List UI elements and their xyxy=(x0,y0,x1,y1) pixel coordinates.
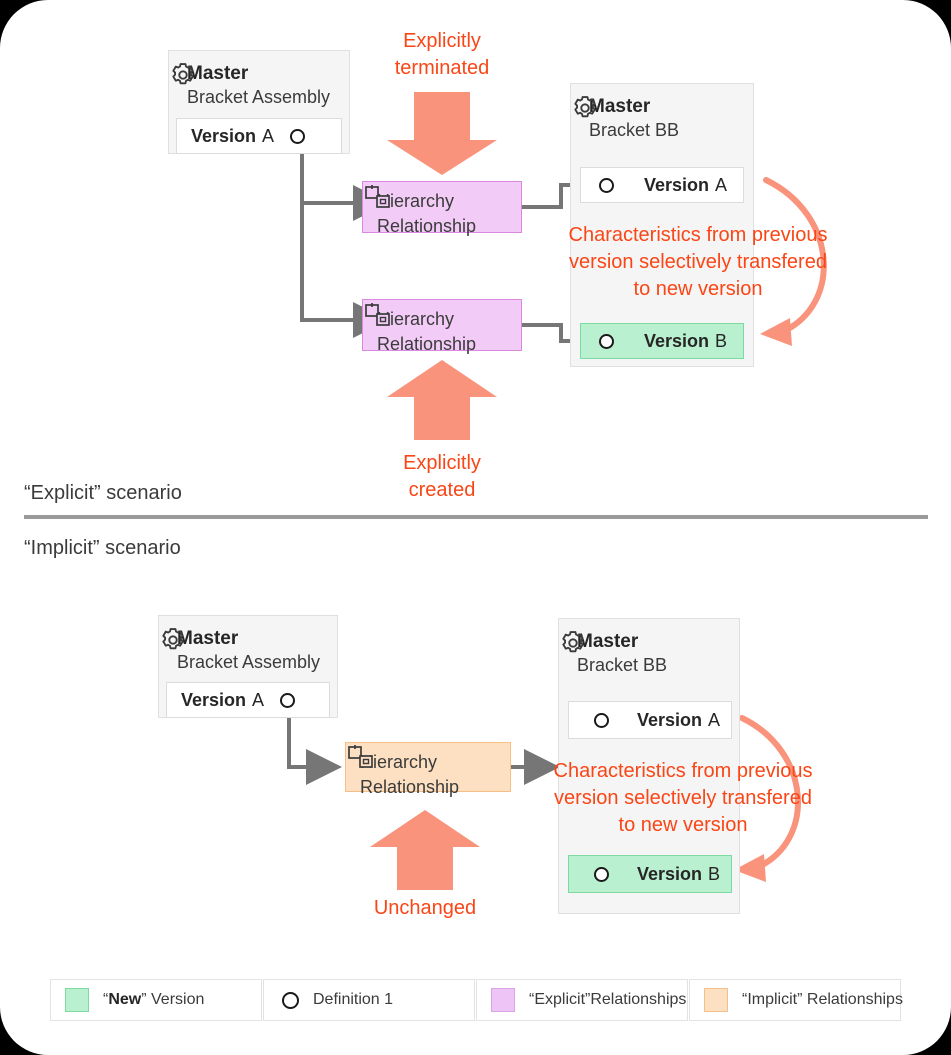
unchanged-arrow xyxy=(370,810,480,890)
relationship-icon xyxy=(365,185,390,208)
definition-dot xyxy=(280,692,296,708)
explicit-right-version-b-label: Version B xyxy=(644,330,728,351)
legend-item-definition[interactable]: Definition 1 xyxy=(263,979,475,1021)
legend-new-version-label: “New” Version xyxy=(103,991,205,1008)
definition-dot xyxy=(290,128,306,144)
definition-dot xyxy=(594,866,609,882)
explicitly-terminated-line1: Explicitly xyxy=(403,30,481,52)
explicitly-terminated-label: Explicitly terminated xyxy=(342,28,542,82)
explicit-rel-2-line2: Relationship xyxy=(377,334,477,354)
implicit-characteristics-note-text: Characteristics from previous version se… xyxy=(553,760,813,836)
unchanged-label-text: Unchanged xyxy=(373,897,477,919)
explicit-right-version-b-row[interactable]: Version B xyxy=(580,323,744,359)
implicit-hierarchy-relationship[interactable]: Hierarchy Relationship xyxy=(345,742,511,797)
gear-icon xyxy=(574,96,596,118)
legend-definition-label: Definition 1 xyxy=(313,991,394,1008)
implicit-right-master-subtitle: Bracket BB xyxy=(577,655,668,675)
explicit-rel-1-line2: Relationship xyxy=(377,216,477,236)
implicit-rel-line2: Relationship xyxy=(360,777,460,797)
definition-dot xyxy=(599,333,614,349)
legend-item-explicit-relationships[interactable]: “Explicit”Relationships xyxy=(476,979,688,1021)
explicitly-terminated-arrow xyxy=(387,92,497,175)
explicitly-created-label: Explicitly created xyxy=(342,450,542,504)
legend-explicit-label: “Explicit”Relationships xyxy=(529,991,687,1008)
explicit-scenario-label: “Explicit” scenario xyxy=(24,482,182,504)
orange-swatch-icon xyxy=(704,988,728,1012)
legend-item-implicit-relationships[interactable]: “Implicit” Relationships xyxy=(689,979,903,1021)
gear-icon xyxy=(162,628,184,650)
implicit-right-version-a-row[interactable]: Version A xyxy=(568,701,732,739)
explicitly-terminated-line2: terminated xyxy=(394,57,490,79)
green-swatch-icon xyxy=(65,988,89,1012)
diagram-canvas: Master Bracket Assembly Version A Explici… xyxy=(0,0,951,1055)
implicit-right-version-b-label: Version B xyxy=(637,863,721,884)
explicit-characteristics-note: Characteristics from previous version se… xyxy=(558,222,838,303)
explicit-characteristics-note-text: Characteristics from previous version se… xyxy=(568,224,828,300)
explicit-right-master-subtitle: Bracket BB xyxy=(589,120,680,140)
purple-swatch-icon xyxy=(491,988,515,1012)
implicit-left-master-subtitle: Bracket Assembly xyxy=(177,652,321,672)
explicit-left-version-row[interactable]: Version A xyxy=(176,118,342,154)
definition-dot xyxy=(594,712,609,728)
explicit-right-version-a-row[interactable]: Version A xyxy=(580,167,744,203)
definition-dot xyxy=(599,177,614,193)
scenario-divider xyxy=(24,515,928,519)
explicit-left-version-label: Version A xyxy=(191,125,275,146)
legend-implicit-label: “Implicit” Relationships xyxy=(742,991,903,1008)
gear-icon xyxy=(562,631,584,653)
explicit-left-master-subtitle: Bracket Assembly xyxy=(187,87,331,107)
explicitly-created-line1: Explicitly xyxy=(403,452,481,474)
implicit-left-version-label: Version A xyxy=(181,689,265,710)
gear-icon xyxy=(172,63,194,85)
implicit-characteristics-note: Characteristics from previous version se… xyxy=(543,758,823,839)
implicit-left-version-row[interactable]: Version A xyxy=(166,682,330,718)
legend-item-new-version[interactable]: “New” Version xyxy=(50,979,262,1021)
implicit-right-version-a-label: Version A xyxy=(637,709,721,730)
definition-dot-icon xyxy=(282,991,299,1009)
explicitly-created-arrow xyxy=(387,360,497,440)
explicitly-created-line2: created xyxy=(408,479,476,501)
implicit-scenario-label: “Implicit” scenario xyxy=(24,537,181,559)
explicit-hierarchy-relationship-2[interactable]: Hierarchy Relationship xyxy=(362,299,522,354)
explicit-right-version-a-label: Version A xyxy=(644,174,728,195)
unchanged-label: Unchanged xyxy=(325,895,525,922)
implicit-right-version-b-row[interactable]: Version B xyxy=(568,855,732,893)
explicit-hierarchy-relationship-1[interactable]: Hierarchy Relationship xyxy=(362,181,522,236)
relationship-icon xyxy=(348,745,373,768)
relationship-icon xyxy=(365,303,390,326)
